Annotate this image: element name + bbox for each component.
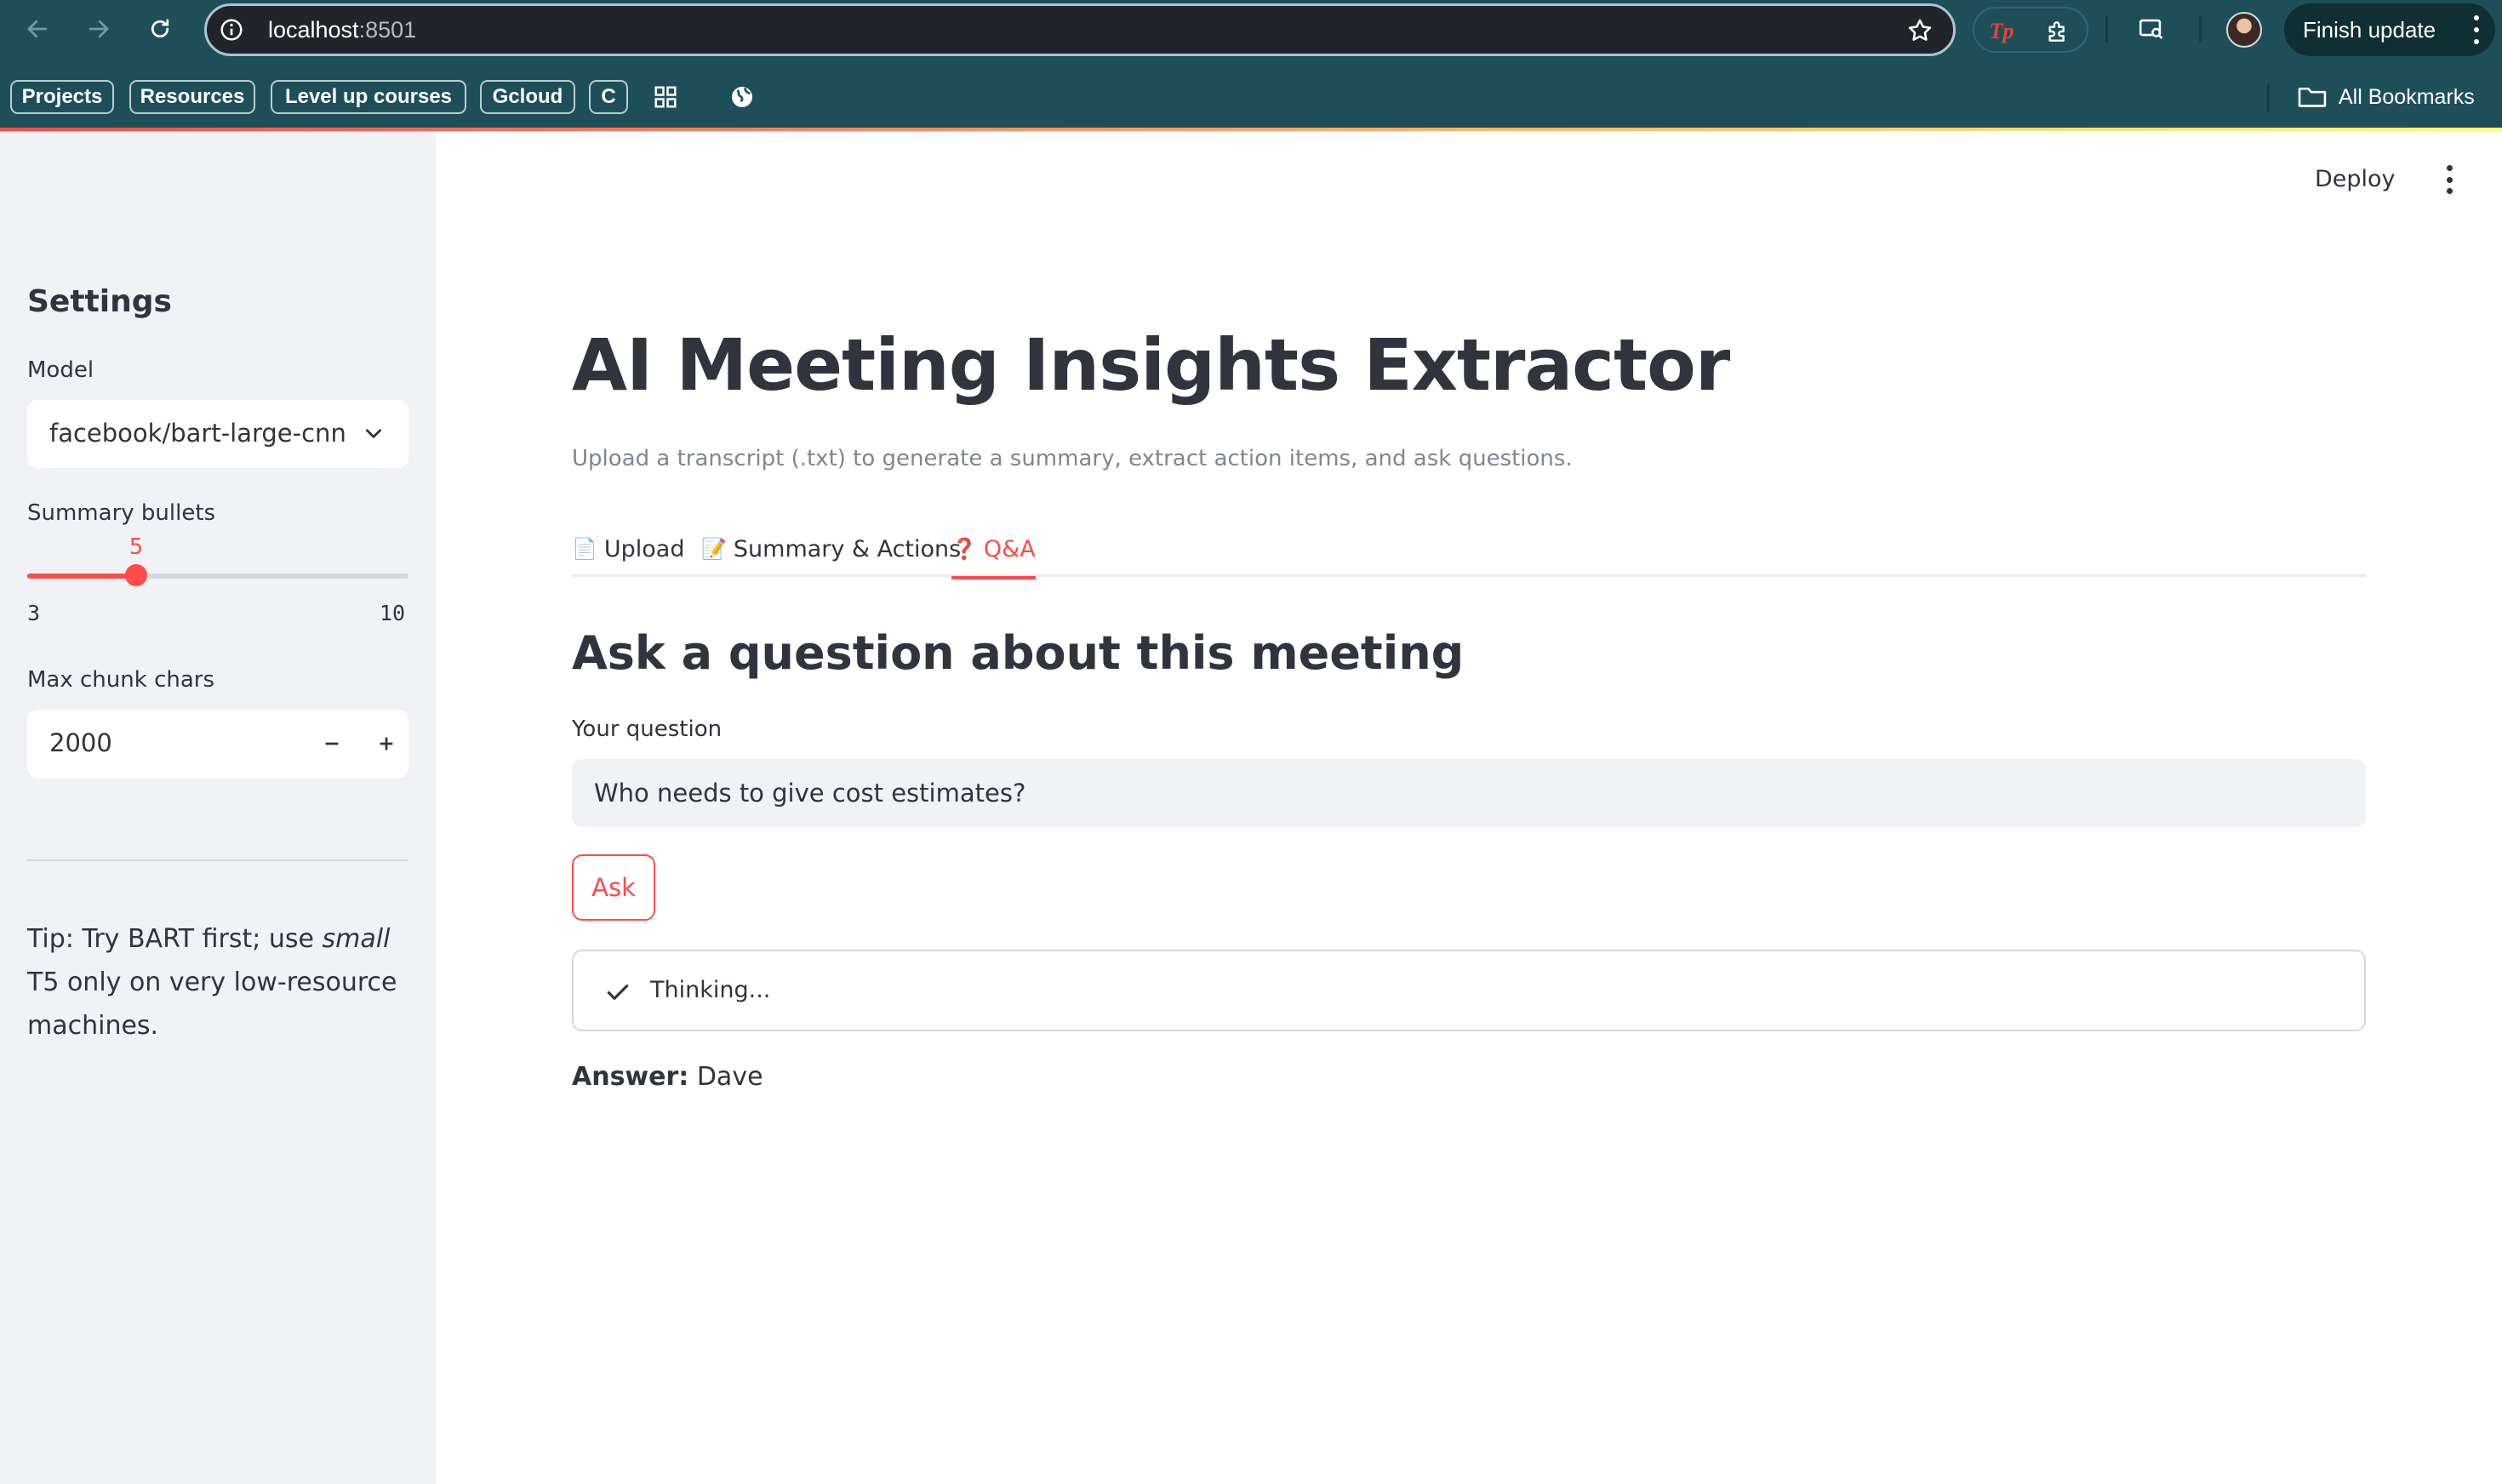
profile-avatar[interactable]: [2226, 12, 2262, 48]
model-label: Model: [27, 357, 94, 383]
back-icon[interactable]: [20, 12, 54, 46]
address-bar[interactable]: localhost:8501: [204, 3, 1956, 56]
deploy-button[interactable]: Deploy: [2315, 162, 2396, 196]
cast-search-icon[interactable]: [2134, 12, 2168, 46]
tab-upload[interactable]: 📄 Upload: [572, 521, 685, 577]
sidebar: Settings Model facebook/bart-large-cnn S…: [0, 131, 436, 1484]
answer-text: Answer: Dave: [572, 1062, 763, 1092]
answer-value: Dave: [688, 1062, 763, 1092]
tip-suffix: T5 only on very low-resource machines.: [27, 967, 397, 1041]
slider-min-label: 3: [27, 601, 41, 625]
question-label: Your question: [572, 716, 723, 742]
toolbar-separator: [2199, 15, 2202, 43]
model-select-value: facebook/bart-large-cnn: [49, 419, 346, 448]
bookmark-projects[interactable]: Projects: [10, 80, 114, 114]
finish-update-button[interactable]: Finish update: [2284, 3, 2495, 56]
sidebar-divider: [27, 859, 408, 861]
memo-icon: 📝: [701, 537, 727, 561]
slider-fill: [27, 574, 136, 579]
apps-grid-icon[interactable]: [650, 82, 681, 112]
globe-icon[interactable]: [727, 82, 757, 112]
bookmark-c[interactable]: C: [589, 80, 628, 114]
tab-summary-actions[interactable]: 📝 Summary & Actions: [701, 521, 961, 577]
max-chunk-input[interactable]: 2000: [27, 710, 408, 778]
chevron-down-icon: [366, 429, 381, 438]
tp-extension-label: Tp: [1989, 19, 2014, 43]
ask-button[interactable]: Ask: [572, 854, 655, 921]
bookmark-resources[interactable]: Resources: [129, 80, 255, 114]
qa-heading: Ask a question about this meeting: [572, 626, 1465, 680]
check-icon: [607, 985, 629, 1000]
max-chunk-label: Max chunk chars: [27, 667, 215, 693]
bookmarks-separator: [2267, 83, 2270, 112]
chrome-menu-icon[interactable]: [2473, 15, 2480, 44]
bookmark-level-up-courses[interactable]: Level up courses: [271, 80, 466, 114]
tip-prefix: Tip: Try BART first; use: [27, 924, 323, 954]
url-text: localhost:8501: [268, 17, 416, 43]
sidebar-tip: Tip: Try BART first; use small T5 only o…: [27, 917, 408, 1047]
status-text: Thinking...: [650, 977, 771, 1003]
bookmark-gcloud[interactable]: Gcloud: [480, 80, 575, 114]
url-port: :8501: [358, 17, 417, 43]
slider-max-label: 10: [380, 601, 406, 625]
tab-qa[interactable]: ❓ Q&A: [951, 521, 1036, 579]
model-select[interactable]: facebook/bart-large-cnn: [27, 400, 408, 468]
bookmarks-bar: Projects Resources Level up courses Gclo…: [0, 60, 2502, 128]
site-info-icon[interactable]: [219, 17, 244, 43]
folder-icon: [2298, 87, 2327, 107]
plus-icon: [380, 737, 393, 751]
page-caption: Upload a transcript (.txt) to generate a…: [572, 446, 1573, 471]
finish-update-label: Finish update: [2303, 16, 2436, 43]
forward-icon[interactable]: [82, 12, 116, 46]
decrement-button[interactable]: [311, 723, 352, 764]
all-bookmarks-label: All Bookmarks: [2339, 84, 2475, 109]
increment-button[interactable]: [366, 723, 407, 764]
reload-icon[interactable]: [143, 12, 177, 46]
main-menu-icon[interactable]: [2441, 165, 2458, 194]
tab-summary-actions-label: Summary & Actions: [733, 535, 962, 562]
page-title: AI Meeting Insights Extractor: [572, 323, 1730, 407]
slider-thumb[interactable]: [125, 564, 147, 586]
bookmark-star-icon[interactable]: [1905, 16, 1934, 45]
document-icon: 📄: [572, 537, 597, 561]
slider-current-value: 5: [129, 534, 144, 560]
question-input[interactable]: [572, 759, 2366, 827]
tab-bar: 📄 Upload 📝 Summary & Actions ❓ Q&A: [572, 521, 2366, 579]
toolbar-separator: [2105, 15, 2108, 43]
summary-bullets-slider[interactable]: [27, 564, 408, 586]
status-container[interactable]: Thinking...: [572, 950, 2366, 1031]
answer-label: Answer:: [572, 1062, 689, 1092]
tab-upload-label: Upload: [603, 535, 685, 562]
max-chunk-value: 2000: [49, 728, 112, 757]
browser-toolbar: localhost:8501 Tp Finish update: [0, 0, 2502, 60]
summary-bullets-label: Summary bullets: [27, 500, 216, 526]
sidebar-header: Settings: [27, 284, 172, 319]
puzzle-extensions-icon[interactable]: [2042, 17, 2073, 46]
extensions-group: Tp: [1973, 7, 2088, 53]
tab-qa-label: Q&A: [983, 535, 1036, 562]
question-mark-icon: ❓: [951, 537, 977, 561]
minus-icon: [325, 742, 339, 745]
tp-extension-icon[interactable]: Tp: [1986, 17, 2017, 46]
all-bookmarks-button[interactable]: All Bookmarks: [2298, 82, 2475, 112]
tip-emphasis: small: [322, 924, 391, 954]
url-host: localhost: [268, 17, 359, 43]
